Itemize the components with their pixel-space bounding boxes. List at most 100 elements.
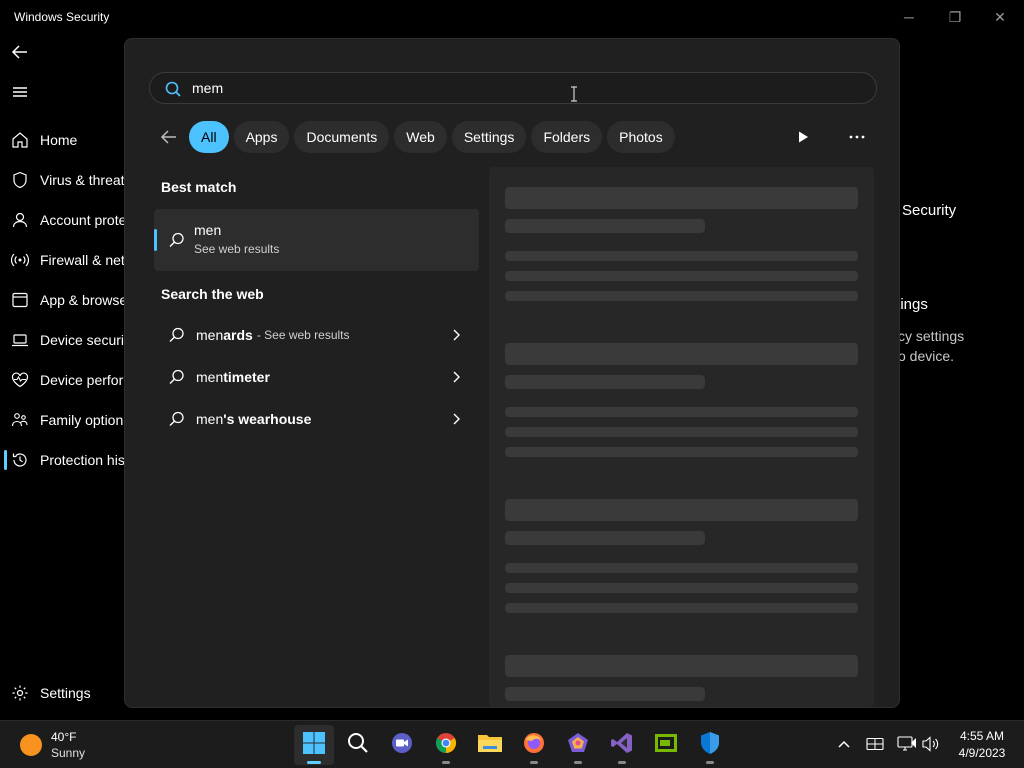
web-result-item[interactable]: menards - See web results [154, 315, 479, 355]
title-bar: Windows Security ─ ❐ ✕ [0, 0, 1024, 34]
maximize-button[interactable]: ❐ [944, 6, 966, 28]
close-button[interactable]: ✕ [989, 6, 1011, 28]
skeleton-block [505, 499, 858, 521]
filter-bar: All Apps Documents Web Settings Folders … [155, 121, 680, 153]
chevron-up-icon[interactable] [833, 733, 855, 755]
skeleton-block [505, 219, 705, 233]
windows-security-shield-icon [699, 731, 721, 760]
sidebar-item-label: Device securit [40, 332, 124, 348]
clock-time[interactable]: 4:55 AM [950, 729, 1014, 743]
skeleton-block [505, 603, 858, 613]
taskbar-app-button[interactable] [558, 725, 598, 765]
skeleton-block [505, 583, 858, 593]
sidebar-item-device-performance[interactable]: Device perfor [0, 360, 124, 400]
keyboard-layout-icon[interactable] [864, 733, 886, 755]
back-arrow-icon[interactable] [155, 123, 183, 151]
taskbar-firefox-button[interactable] [514, 725, 554, 765]
weather-temperature[interactable]: 40°F [51, 730, 76, 744]
taskbar: 40°F Sunny 4:55 AM 4/9/2023 [0, 720, 1024, 768]
taskbar-search-button[interactable] [338, 725, 378, 765]
sidebar-item-label: Device perfor [40, 372, 124, 388]
sidebar-settings-label: Settings [40, 685, 91, 701]
taskbar-meet-button[interactable] [382, 725, 422, 765]
more-options-icon[interactable] [843, 125, 871, 149]
home-icon [11, 131, 29, 149]
weather-condition[interactable]: Sunny [51, 746, 85, 760]
sun-weather-icon[interactable] [20, 734, 42, 756]
web-result-item[interactable]: men's wearhouse [154, 399, 479, 439]
web-result-text: mentimeter [196, 369, 270, 385]
filter-chip-apps[interactable]: Apps [233, 121, 290, 153]
laptop-icon [11, 331, 29, 349]
background-text: cy settings [898, 328, 965, 344]
search-input[interactable] [192, 73, 832, 103]
web-result-text: menards [196, 327, 253, 343]
taskbar-windows-security-button[interactable] [690, 725, 730, 765]
start-button[interactable] [294, 725, 334, 765]
taskbar-visual-studio-button[interactable] [602, 725, 642, 765]
chevron-right-icon [451, 328, 461, 342]
play-icon[interactable] [789, 125, 817, 149]
running-indicator [706, 761, 714, 764]
shield-icon [11, 171, 29, 189]
skeleton-block [505, 271, 858, 281]
sidebar-item-protection-history[interactable]: Protection his [0, 440, 124, 480]
search-icon [168, 231, 186, 249]
best-match-result[interactable]: men See web results [154, 209, 479, 271]
skeleton-block [505, 291, 858, 301]
network-icon[interactable] [896, 733, 918, 755]
filter-chip-documents[interactable]: Documents [294, 121, 390, 153]
running-indicator [530, 761, 538, 764]
sidebar-item-account[interactable]: Account prote [0, 200, 124, 240]
skeleton-block [505, 531, 705, 545]
filter-chip-settings[interactable]: Settings [451, 121, 527, 153]
filter-chip-folders[interactable]: Folders [531, 121, 603, 153]
back-arrow-icon[interactable] [10, 42, 34, 62]
sidebar-item-device-security[interactable]: Device securit [0, 320, 124, 360]
gear-icon [11, 684, 29, 702]
web-result-item[interactable]: mentimeter [154, 357, 479, 397]
sidebar-item-label: Account prote [40, 212, 124, 228]
preview-pane-loading [489, 167, 874, 707]
filter-chip-all[interactable]: All [189, 121, 229, 153]
web-result-subtitle: - See web results [256, 328, 350, 342]
pentagon-app-icon [566, 731, 590, 760]
running-indicator [574, 761, 582, 764]
sidebar-item-settings[interactable]: Settings [0, 673, 124, 713]
sidebar-item-virus[interactable]: Virus & threat [0, 160, 124, 200]
running-indicator [442, 761, 450, 764]
taskbar-nvidia-button[interactable] [646, 725, 686, 765]
hamburger-menu-icon[interactable] [10, 82, 32, 102]
skeleton-block [505, 343, 858, 365]
clock-date[interactable]: 4/9/2023 [950, 746, 1014, 760]
background-text: o device. [898, 348, 955, 364]
sidebar-nav: Home Virus & threat Account prote Firewa… [0, 120, 124, 480]
search-flyout: All Apps Documents Web Settings Folders … [124, 38, 900, 708]
sidebar-item-firewall[interactable]: Firewall & net [0, 240, 124, 280]
sidebar-item-family[interactable]: Family option [0, 400, 124, 440]
firefox-icon [522, 731, 546, 760]
volume-icon[interactable] [920, 733, 942, 755]
windows-start-icon [302, 731, 326, 760]
sidebar-item-label: Home [40, 132, 78, 148]
sidebar-item-label: Firewall & net [40, 252, 124, 268]
skeleton-block [505, 563, 858, 573]
minimize-button[interactable]: ─ [898, 6, 920, 28]
taskbar-chrome-button[interactable] [426, 725, 466, 765]
best-match-heading: Best match [161, 179, 237, 195]
chevron-right-icon [451, 412, 461, 426]
search-box[interactable] [149, 72, 877, 104]
taskbar-file-explorer-button[interactable] [470, 725, 510, 765]
skeleton-block [505, 407, 858, 417]
search-web-heading: Search the web [161, 286, 264, 302]
search-icon [168, 410, 186, 428]
sidebar-item-app-browser[interactable]: App & browse [0, 280, 124, 320]
sidebar-item-home[interactable]: Home [0, 120, 124, 160]
filter-chip-photos[interactable]: Photos [607, 121, 675, 153]
running-indicator [618, 761, 626, 764]
meet-icon [390, 731, 414, 760]
filter-chip-web[interactable]: Web [394, 121, 447, 153]
history-icon [11, 451, 29, 469]
skeleton-block [505, 655, 858, 677]
active-indicator [307, 761, 321, 764]
